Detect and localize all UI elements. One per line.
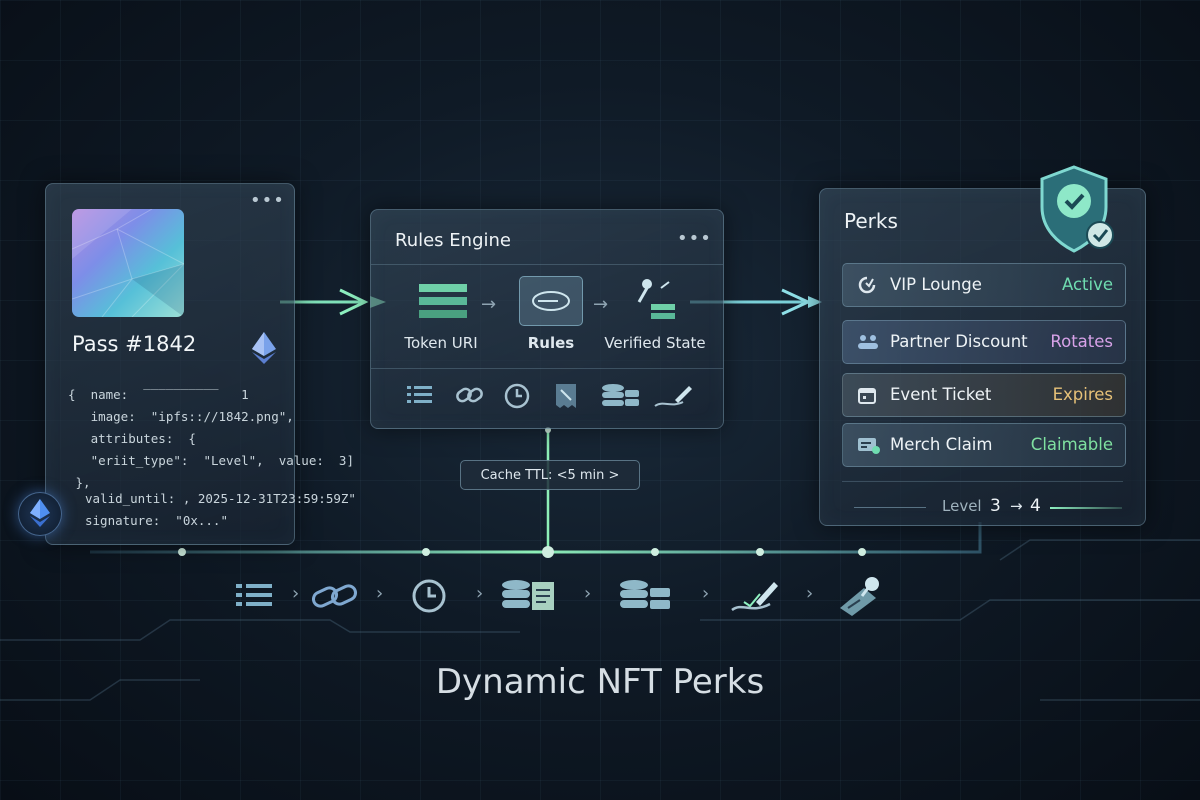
level-rule-left bbox=[854, 507, 926, 508]
ethereum-icon bbox=[252, 332, 276, 364]
cache-ttl-pill[interactable]: Cache TTL: <5 min > bbox=[460, 460, 640, 490]
lounge-icon bbox=[858, 276, 876, 294]
merch-icon bbox=[858, 438, 880, 454]
perk-status: Rotates bbox=[1050, 332, 1113, 351]
page-title: Dynamic NFT Perks bbox=[435, 662, 765, 702]
arrow-icon: → bbox=[593, 294, 609, 315]
perks-panel[interactable]: Perks VIP Lounge Active Partner Discount… bbox=[819, 165, 1146, 526]
link-icon bbox=[311, 584, 358, 608]
step-label-token-uri: Token URI bbox=[404, 334, 478, 352]
divider bbox=[842, 481, 1123, 482]
people-icon bbox=[858, 335, 878, 349]
level-progress-line bbox=[1050, 507, 1122, 509]
calendar-icon bbox=[858, 388, 876, 404]
clock-icon bbox=[412, 579, 446, 613]
arrow-icon: → bbox=[481, 294, 497, 315]
perk-row-event-ticket[interactable]: Event Ticket Expires bbox=[842, 373, 1126, 417]
perk-name: Merch Claim bbox=[890, 435, 993, 454]
more-menu-icon[interactable]: ••• bbox=[677, 230, 712, 248]
chevron-right-icon: › bbox=[376, 583, 384, 604]
list-icon bbox=[236, 584, 272, 606]
perk-status: Active bbox=[1061, 275, 1113, 294]
chevron-right-icon: › bbox=[584, 583, 592, 604]
chevron-right-icon: › bbox=[292, 583, 300, 604]
verified-stamp-icon bbox=[637, 279, 675, 319]
perk-name: Partner Discount bbox=[890, 332, 1028, 351]
chevron-right-icon: › bbox=[476, 583, 484, 604]
perk-row-partner-discount[interactable]: Partner Discount Rotates bbox=[842, 320, 1126, 364]
metadata-json: { name: ‾‾‾‾‾‾‾‾‾‾ 1 image: "ipfs:://184… bbox=[68, 387, 354, 490]
perk-row-merch-claim[interactable]: Merch Claim Claimable bbox=[842, 423, 1126, 467]
document-lines-icon bbox=[419, 284, 467, 318]
database-receipt-icon bbox=[502, 580, 554, 610]
step-label-verified-state: Verified State bbox=[604, 334, 706, 352]
perks-title: Perks bbox=[844, 209, 898, 233]
clock-icon[interactable] bbox=[503, 382, 531, 410]
pass-artwork bbox=[72, 209, 184, 317]
pass-title: Pass #1842 bbox=[72, 332, 197, 356]
shield-check-icon bbox=[1040, 165, 1114, 253]
rules-engine-title: Rules Engine bbox=[395, 230, 511, 251]
perk-status: Expires bbox=[1052, 385, 1113, 404]
perk-status: Claimable bbox=[1030, 435, 1113, 454]
rules-loop-icon[interactable] bbox=[519, 276, 583, 326]
rules-toolbar bbox=[371, 368, 723, 428]
database-icon bbox=[620, 580, 670, 609]
pen-sign-icon bbox=[731, 582, 778, 612]
metadata-tail: valid_until: , 2025-12-31T23:59:59Z" sign… bbox=[85, 491, 356, 528]
stamp-icon bbox=[840, 577, 879, 616]
level-label: Level bbox=[942, 497, 982, 515]
database-icon[interactable] bbox=[601, 382, 641, 410]
receipt-icon[interactable] bbox=[553, 382, 579, 410]
divider bbox=[371, 264, 723, 265]
ethereum-coin-icon bbox=[18, 492, 62, 536]
link-icon[interactable] bbox=[455, 382, 485, 408]
level-from: 3 bbox=[990, 496, 1001, 516]
chevron-right-icon: › bbox=[702, 583, 710, 604]
perk-name: VIP Lounge bbox=[890, 275, 982, 294]
level-to: 4 bbox=[1030, 496, 1041, 516]
chevron-right-icon: › bbox=[806, 583, 814, 604]
perk-name: Event Ticket bbox=[890, 385, 992, 404]
more-menu-icon[interactable]: ••• bbox=[250, 192, 285, 210]
rules-engine-panel[interactable]: Rules Engine ••• → → Token URI Rules Ver… bbox=[370, 209, 724, 429]
perk-row-vip-lounge[interactable]: VIP Lounge Active bbox=[842, 263, 1126, 307]
polygon-art-icon bbox=[72, 209, 184, 317]
pen-sign-icon[interactable] bbox=[653, 382, 693, 410]
step-label-rules: Rules bbox=[527, 334, 575, 352]
list-icon[interactable] bbox=[407, 382, 433, 408]
level-arrow: → bbox=[1010, 497, 1023, 515]
